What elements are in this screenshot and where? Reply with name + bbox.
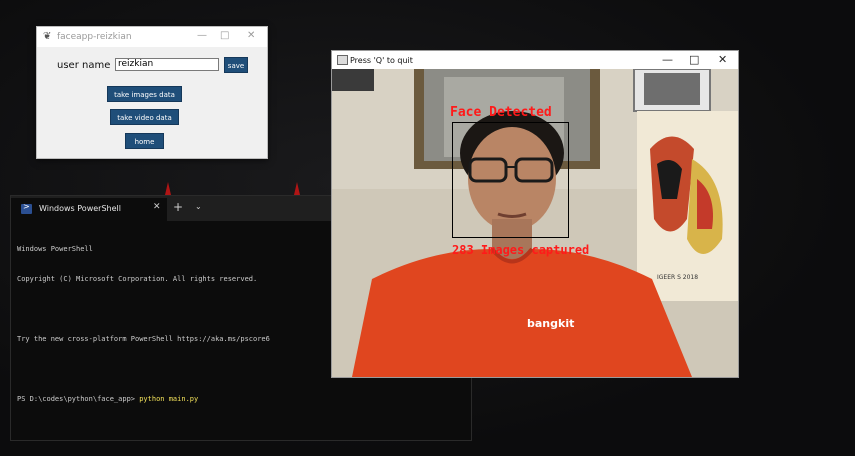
take-video-button[interactable]: take video data <box>110 109 179 125</box>
new-tab-icon[interactable]: + <box>173 200 183 214</box>
close-icon[interactable]: ✕ <box>247 30 255 41</box>
save-button[interactable]: save <box>224 57 248 73</box>
maximize-icon[interactable]: □ <box>689 53 699 66</box>
chevron-down-icon[interactable]: ⌄ <box>195 202 202 211</box>
terminal-line: Windows PowerShell <box>17 245 93 253</box>
terminal-line: Try the new cross-platform PowerShell ht… <box>17 335 270 343</box>
face-detected-label: Face Detected <box>450 105 552 120</box>
feather-icon: ❦ <box>43 31 52 42</box>
faceapp-window: ❦ faceapp-reizkian — □ ✕ user name save … <box>36 26 268 159</box>
terminal-line: Copyright (C) Microsoft Corporation. All… <box>17 275 258 283</box>
faceapp-titlebar[interactable]: ❦ faceapp-reizkian — □ ✕ <box>37 27 267 47</box>
window-title: faceapp-reizkian <box>57 32 132 42</box>
tab-powershell[interactable]: Windows PowerShell ✕ <box>11 198 167 221</box>
camera-feed: IGEER S 2018 bangkit Face Detected 283 I… <box>332 69 738 377</box>
prompt-text: PS D:\codes\python\face_app> <box>17 395 140 403</box>
minimize-icon[interactable]: — <box>197 30 207 41</box>
user-name-input[interactable] <box>115 58 219 71</box>
camera-window-title: Press 'Q' to quit <box>350 56 413 65</box>
camera-window: Press 'Q' to quit — □ ✕ IGEER S 2018 ban… <box>331 50 739 378</box>
home-button[interactable]: home <box>125 133 164 149</box>
close-icon[interactable]: ✕ <box>718 53 727 66</box>
terminal-output[interactable]: Windows PowerShell Copyright (C) Microso… <box>17 224 270 424</box>
tab-title: Windows PowerShell <box>39 204 121 213</box>
user-name-label: user name <box>57 60 111 71</box>
maximize-icon[interactable]: □ <box>220 30 229 41</box>
face-detection-box <box>452 122 569 238</box>
painting-signature: IGEER S 2018 <box>657 274 698 281</box>
app-icon <box>337 55 348 65</box>
images-captured-label: 283 Images captured <box>452 243 590 257</box>
minimize-icon[interactable]: — <box>662 53 673 66</box>
close-tab-icon[interactable]: ✕ <box>153 202 161 212</box>
shirt-logo: bangkit <box>527 317 574 330</box>
terminal-prompt-line: PS D:\codes\python\face_app> python main… <box>17 394 270 404</box>
command-text: python main.py <box>139 395 199 403</box>
camera-titlebar[interactable]: Press 'Q' to quit — □ ✕ <box>332 51 738 69</box>
take-images-button[interactable]: take images data <box>107 86 182 102</box>
powershell-icon <box>21 202 32 214</box>
